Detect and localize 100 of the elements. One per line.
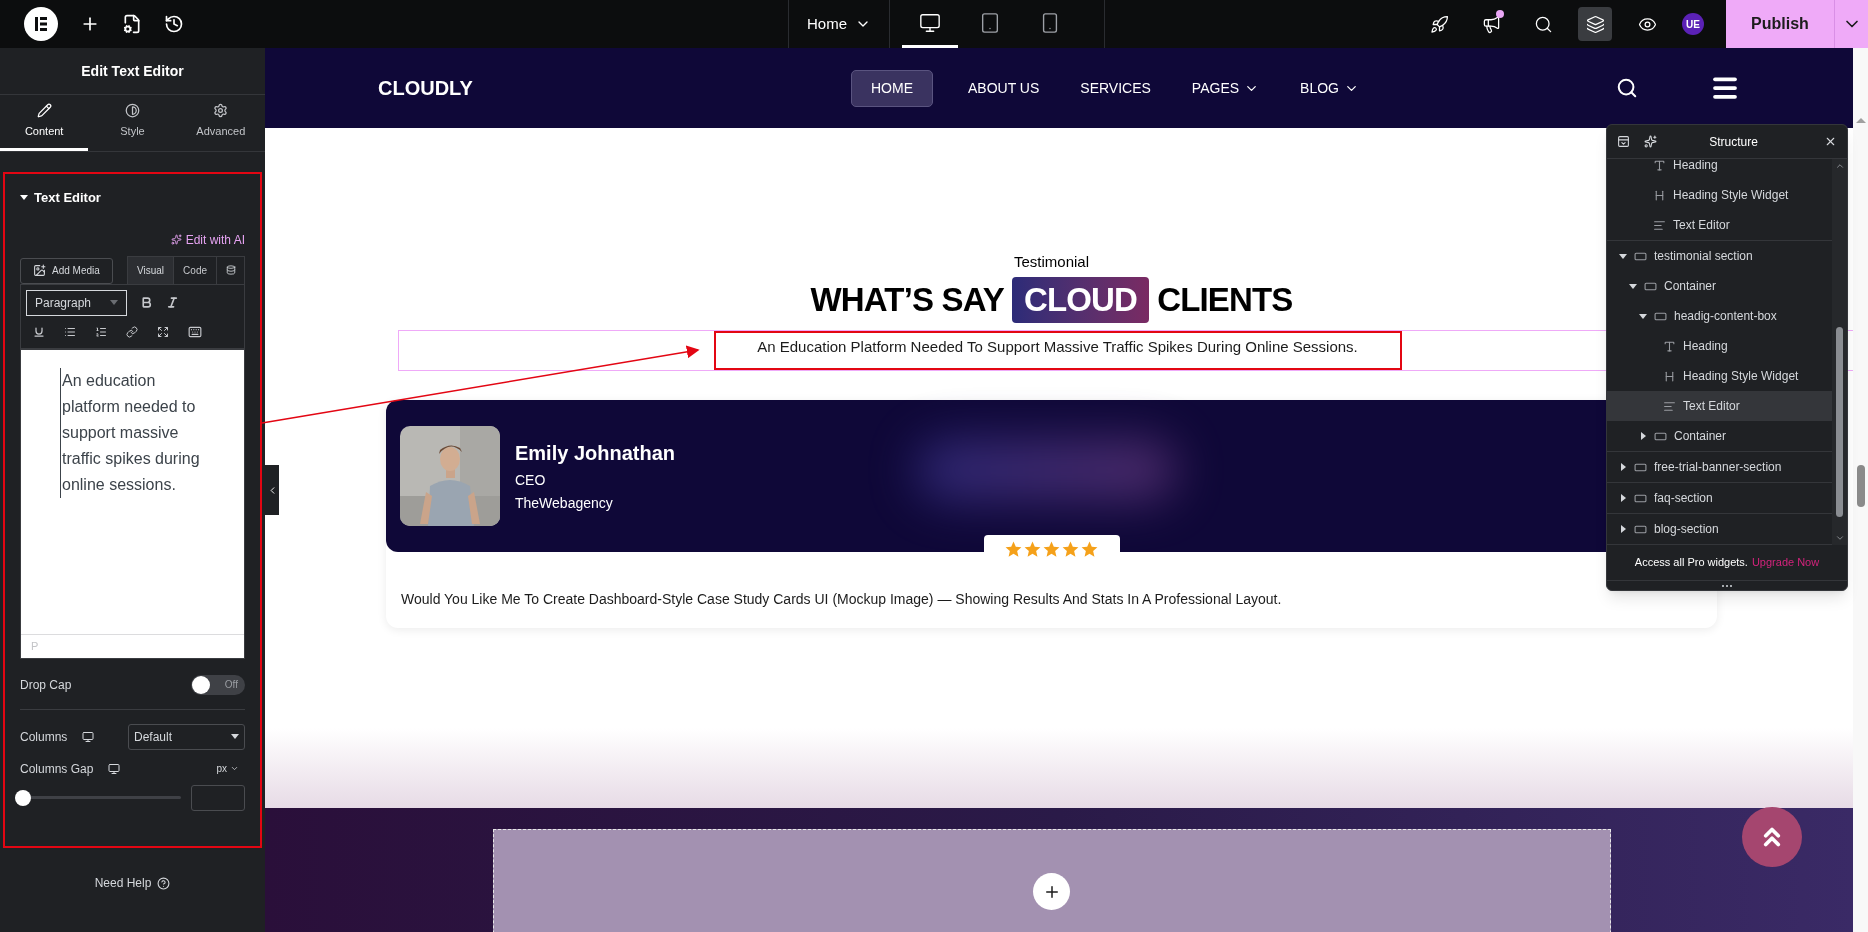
panel-tab[interactable]: Advanced	[176, 95, 265, 151]
scrollbar[interactable]	[1853, 48, 1868, 932]
text-editor-area[interactable]: An education platform needed to support massive traffic spikes during online sessions. P	[20, 348, 245, 659]
caret-icon	[110, 300, 118, 305]
pencil-icon	[36, 103, 52, 119]
author-role: CEO	[515, 471, 547, 490]
structure-item[interactable]: faq-section	[1607, 483, 1832, 513]
nav-link[interactable]: BLOG	[1294, 69, 1365, 107]
history-icon[interactable]	[164, 14, 184, 34]
heading-icon	[1663, 339, 1676, 353]
highlighted-heading-word: CLOUD	[1011, 277, 1150, 323]
slider[interactable]	[15, 789, 183, 806]
bold-icon[interactable]	[140, 296, 153, 309]
editor-mode-tab[interactable]: Visual	[128, 256, 175, 284]
need-help-link[interactable]: Need Help	[94, 874, 171, 892]
stack-icon	[225, 265, 236, 275]
user-avatar[interactable]: UE	[1682, 13, 1704, 35]
scrollbar-thumb[interactable]	[1836, 327, 1843, 517]
contrast-icon	[125, 103, 140, 119]
sparkle-icon	[170, 234, 182, 245]
format-select[interactable]: Paragraph	[26, 289, 127, 316]
text-lines-icon	[1653, 218, 1666, 232]
search-icon[interactable]	[1616, 77, 1638, 99]
panel-tab[interactable]: Content	[0, 95, 89, 151]
bullet-list-icon[interactable]	[64, 325, 76, 338]
structure-item[interactable]: blog-section	[1607, 514, 1832, 544]
heading-style-icon	[1663, 369, 1676, 383]
italic-icon[interactable]	[166, 296, 179, 309]
numbered-list-icon[interactable]	[95, 325, 107, 338]
panel-tab[interactable]: Style	[88, 95, 177, 151]
megaphone-icon	[1481, 14, 1501, 34]
field-label: Columns	[20, 728, 68, 746]
fullscreen-icon[interactable]	[157, 325, 169, 338]
section-eyebrow: Testimonial	[1014, 252, 1089, 272]
scroll-up-icon[interactable]	[1834, 161, 1845, 171]
author-company: TheWebagency	[515, 494, 614, 513]
structure-item[interactable]: Container	[1607, 271, 1832, 301]
structure-item[interactable]: Text Editor	[1607, 210, 1832, 240]
site-logo[interactable]: CLOUDLY	[378, 73, 851, 103]
desktop-icon	[919, 11, 941, 34]
slider-thumb[interactable]	[15, 789, 31, 806]
unit-select[interactable]: px	[216, 761, 245, 776]
editor-mode-tab[interactable]: Code	[174, 256, 217, 284]
section-heading: WHAT’S SAY	[810, 280, 1004, 320]
field-label: Columns Gap	[20, 760, 94, 778]
structure-item[interactable]: Heading Style Widget	[1607, 361, 1832, 391]
caret-icon	[1620, 525, 1626, 533]
caret-icon	[1619, 253, 1627, 259]
caret-icon	[1640, 432, 1646, 440]
author-name: Emily Johnathan	[515, 441, 676, 466]
caret-icon	[231, 734, 239, 739]
section-toggle[interactable]: Text Editor	[20, 188, 101, 208]
scrollbar[interactable]	[1832, 159, 1847, 545]
settings-icon	[213, 103, 229, 119]
structure-item[interactable]: Heading	[1607, 331, 1832, 361]
structure-item[interactable]: Container	[1607, 421, 1832, 451]
layers-button[interactable]	[1578, 7, 1612, 41]
heading-style-icon	[1653, 188, 1666, 202]
edit-with-ai-link[interactable]: Edit with AI	[170, 230, 245, 249]
page-settings-icon[interactable]	[122, 14, 142, 34]
testimonial-quote: Would You Like Me To Create Dashboard-Style Case Study Cards UI (Mockup Image) — Showing Results And Stats In A Professional Layout.	[400, 590, 1283, 609]
structure-item[interactable]: free-trial-banner-section	[1607, 452, 1832, 482]
desktop-icon[interactable]	[82, 730, 95, 743]
scroll-down-icon[interactable]	[1834, 533, 1845, 543]
field-label: Drop Cap	[20, 676, 72, 694]
caret-icon	[1620, 494, 1626, 502]
help-icon	[157, 876, 171, 890]
drop-cap-toggle[interactable]: Off	[191, 674, 245, 695]
sparkle-icon[interactable]	[1644, 135, 1657, 148]
add-media-button[interactable]: Add Media	[20, 257, 113, 284]
nav-link[interactable]: ABOUT US	[962, 69, 1046, 107]
media-icon	[33, 264, 46, 277]
caret-icon	[1620, 463, 1626, 471]
layers-icon	[1585, 14, 1605, 34]
structure-item[interactable]: testimonial section	[1607, 241, 1832, 271]
nav-link[interactable]: SERVICES	[1074, 69, 1157, 107]
app-logo[interactable]	[24, 7, 58, 41]
structure-item[interactable]: Heading Style Widget	[1607, 180, 1832, 210]
text-lines-icon	[1663, 399, 1676, 413]
link-icon[interactable]	[126, 325, 138, 338]
nav-link[interactable]: PAGES	[1185, 69, 1266, 107]
tablet-icon	[979, 11, 1001, 34]
collapse-panel-handle[interactable]	[265, 465, 279, 515]
structure-item[interactable]: Heading	[1607, 150, 1832, 180]
rocket-icon	[1429, 14, 1449, 34]
close-icon[interactable]	[1824, 135, 1837, 148]
section-subtitle: An Education Platform Needed To Support Massive Traffic Spikes During Online Sessions.	[757, 337, 1358, 357]
keyboard-icon[interactable]	[188, 324, 202, 339]
nav-link[interactable]: HOME	[851, 69, 933, 107]
structure-item[interactable]: headig-content-box	[1607, 301, 1832, 331]
columns-select[interactable]: Default	[128, 723, 245, 750]
element-path: P	[31, 638, 39, 654]
structure-item[interactable]: Text Editor	[1607, 391, 1832, 421]
collapse-icon[interactable]	[1617, 135, 1630, 148]
add-section-button[interactable]	[1033, 873, 1070, 910]
underline-icon[interactable]	[33, 325, 45, 338]
desktop-icon[interactable]	[108, 762, 121, 775]
structure-title: Structure	[1708, 133, 1759, 151]
gap-input[interactable]	[191, 784, 245, 811]
chevron-icon	[230, 764, 239, 773]
